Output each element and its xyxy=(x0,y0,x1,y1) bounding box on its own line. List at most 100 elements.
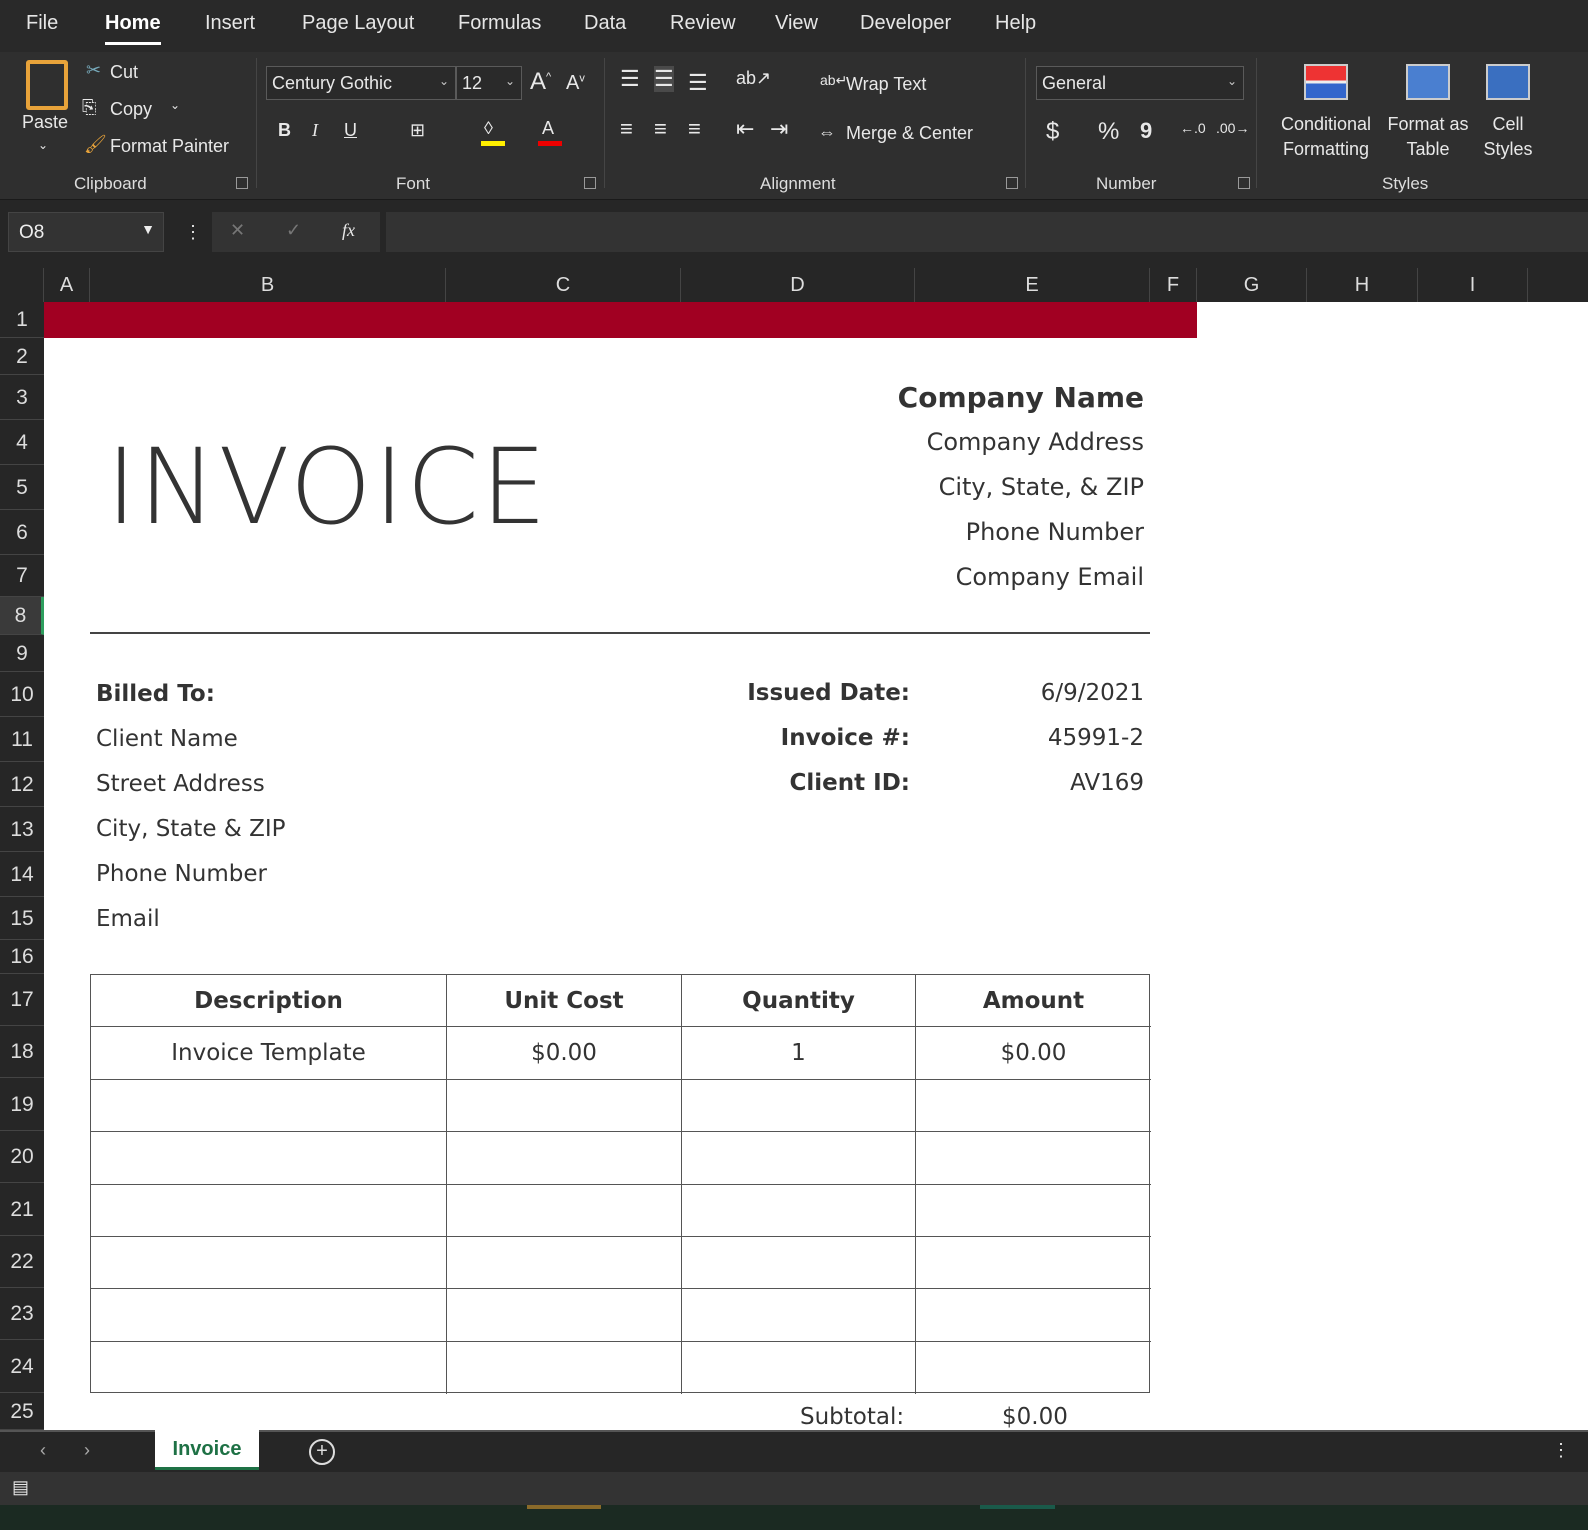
number-launcher-icon[interactable] xyxy=(1238,177,1250,189)
font-launcher-icon[interactable] xyxy=(584,177,596,189)
table-cell[interactable]: Invoice Template xyxy=(91,1027,447,1080)
font-color-icon[interactable]: A xyxy=(542,118,554,139)
copy-dropdown-icon[interactable]: ⌄ xyxy=(170,98,180,112)
table-header[interactable]: Description xyxy=(91,975,447,1028)
fill-color-icon[interactable]: ◊ xyxy=(484,118,493,139)
increase-font-icon[interactable]: A^ xyxy=(530,68,551,96)
accessibility-icon[interactable]: ▤ xyxy=(12,1477,29,1498)
select-all-button[interactable] xyxy=(0,268,44,302)
table-cell[interactable]: $0.00 xyxy=(447,1027,682,1080)
cancel-icon[interactable]: ✕ xyxy=(230,220,245,241)
format-painter-button[interactable]: Format Painter xyxy=(110,136,229,157)
row-header[interactable]: 21 xyxy=(0,1183,44,1236)
column-header[interactable]: I xyxy=(1418,268,1528,302)
row-header[interactable]: 4 xyxy=(0,420,44,465)
cut-button[interactable]: Cut xyxy=(110,62,138,83)
column-header[interactable]: C xyxy=(446,268,681,302)
table-cell-empty[interactable] xyxy=(91,1341,447,1395)
column-header[interactable]: D xyxy=(681,268,915,302)
column-header[interactable]: H xyxy=(1307,268,1418,302)
row-header[interactable]: 8 xyxy=(0,597,44,635)
table-cell-empty[interactable] xyxy=(916,1132,1151,1185)
table-cell-empty[interactable] xyxy=(91,1079,447,1133)
more-icon[interactable]: ⋮ xyxy=(184,222,202,243)
currency-button[interactable]: $ xyxy=(1046,118,1059,146)
copy-button[interactable]: Copy xyxy=(110,99,152,120)
alignment-launcher-icon[interactable] xyxy=(1006,177,1018,189)
column-header[interactable]: G xyxy=(1197,268,1307,302)
more-options-icon[interactable]: ⋮ xyxy=(1552,1440,1570,1461)
next-sheet-icon[interactable]: › xyxy=(84,1440,90,1461)
table-header[interactable]: Unit Cost xyxy=(447,975,682,1028)
row-header[interactable]: 24 xyxy=(0,1340,44,1393)
formula-input[interactable] xyxy=(386,212,1588,252)
row-header[interactable]: 5 xyxy=(0,465,44,510)
table-cell-empty[interactable] xyxy=(682,1237,916,1290)
paste-button[interactable]: Paste xyxy=(22,112,68,133)
align-left-icon[interactable]: ≡ xyxy=(620,116,633,142)
percent-button[interactable]: % xyxy=(1098,118,1119,146)
tab-data[interactable]: Data xyxy=(584,12,626,35)
row-header[interactable]: 2 xyxy=(0,338,44,375)
table-cell-empty[interactable] xyxy=(91,1184,447,1237)
tab-page-layout[interactable]: Page Layout xyxy=(302,12,414,35)
table-cell-empty[interactable] xyxy=(682,1132,916,1185)
increase-decimal-icon[interactable]: ←.0 xyxy=(1180,120,1206,136)
sheet-tab-invoice[interactable]: Invoice xyxy=(155,1430,259,1470)
table-cell-empty[interactable] xyxy=(447,1341,682,1395)
column-header[interactable]: A xyxy=(44,268,90,302)
row-header[interactable]: 20 xyxy=(0,1131,44,1183)
row-header[interactable]: 14 xyxy=(0,852,44,897)
conditional-formatting-button[interactable]: Conditional Formatting xyxy=(1278,112,1374,162)
row-header[interactable]: 9 xyxy=(0,635,44,672)
decrease-decimal-icon[interactable]: .00→ xyxy=(1216,120,1249,136)
tab-help[interactable]: Help xyxy=(995,12,1036,35)
row-header[interactable]: 23 xyxy=(0,1288,44,1340)
font-name-select[interactable]: Century Gothic ⌄ xyxy=(266,66,456,100)
tab-developer[interactable]: Developer xyxy=(860,12,951,35)
align-middle-icon[interactable]: ☰ xyxy=(654,66,674,92)
table-cell-empty[interactable] xyxy=(447,1132,682,1185)
row-header[interactable]: 16 xyxy=(0,940,44,974)
row-header[interactable]: 1 xyxy=(0,302,44,338)
enter-icon[interactable]: ✓ xyxy=(286,220,301,241)
table-cell-empty[interactable] xyxy=(682,1341,916,1395)
row-header[interactable]: 18 xyxy=(0,1026,44,1078)
clipboard-launcher-icon[interactable] xyxy=(236,177,248,189)
column-header[interactable]: B xyxy=(90,268,446,302)
cell-styles-button[interactable]: Cell Styles xyxy=(1470,112,1546,162)
underline-button[interactable]: U xyxy=(344,120,357,141)
tab-home[interactable]: Home xyxy=(105,12,161,45)
row-header[interactable]: 3 xyxy=(0,375,44,420)
table-cell[interactable]: $0.00 xyxy=(916,1027,1151,1080)
row-header[interactable]: 13 xyxy=(0,807,44,852)
borders-icon[interactable]: ⊞ xyxy=(410,120,425,141)
table-header[interactable]: Quantity xyxy=(682,975,916,1028)
table-cell[interactable]: 1 xyxy=(682,1027,916,1080)
font-size-select[interactable]: 12 ⌄ xyxy=(456,66,522,100)
row-header[interactable]: 15 xyxy=(0,897,44,940)
table-header[interactable]: Amount xyxy=(916,975,1151,1028)
table-cell-empty[interactable] xyxy=(682,1079,916,1133)
table-cell-empty[interactable] xyxy=(91,1289,447,1342)
table-cell-empty[interactable] xyxy=(916,1237,1151,1290)
table-cell-empty[interactable] xyxy=(916,1185,1151,1237)
number-format-select[interactable]: General ⌄ xyxy=(1036,66,1244,100)
row-header[interactable]: 7 xyxy=(0,555,44,597)
table-cell-empty[interactable] xyxy=(447,1289,682,1342)
add-sheet-icon[interactable]: + xyxy=(309,1439,335,1465)
align-right-icon[interactable]: ≡ xyxy=(688,116,701,142)
table-cell-empty[interactable] xyxy=(447,1079,682,1133)
table-cell-empty[interactable] xyxy=(91,1237,447,1290)
table-cell-empty[interactable] xyxy=(916,1342,1151,1394)
row-header[interactable]: 10 xyxy=(0,672,44,717)
tab-file[interactable]: File xyxy=(26,12,58,35)
align-bottom-icon[interactable]: ☰ xyxy=(688,70,708,96)
tab-view[interactable]: View xyxy=(775,12,818,35)
decrease-font-icon[interactable]: Av xyxy=(566,72,585,95)
row-header[interactable]: 17 xyxy=(0,974,44,1026)
prev-sheet-icon[interactable]: ‹ xyxy=(40,1440,46,1461)
align-center-icon[interactable]: ≡ xyxy=(654,116,667,142)
table-cell-empty[interactable] xyxy=(682,1184,916,1237)
column-header[interactable]: F xyxy=(1150,268,1197,302)
